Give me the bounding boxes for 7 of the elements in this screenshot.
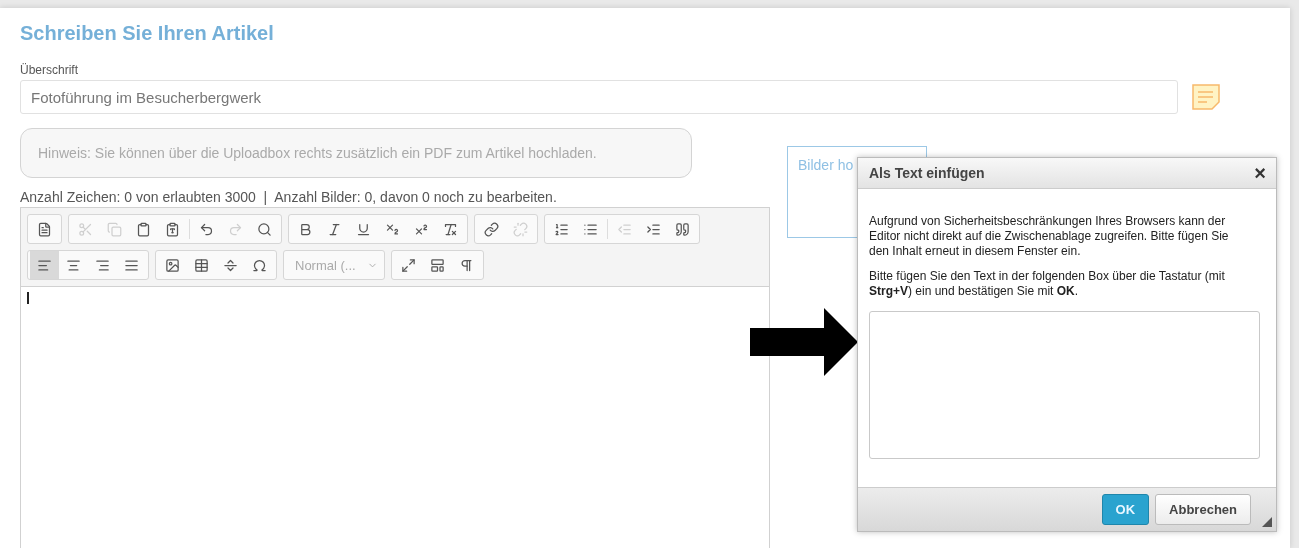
dialog-text: Bitte fügen Sie den Text in der folgenden Box über die Tastatur (mit Strg+V) ein und bestätigen Sie mit OK. [869, 269, 1226, 299]
field-label: Überschrift [20, 63, 79, 77]
hint-text: Hinweis: Sie können über die Uploadbox rechts zusätzlich ein PDF zum Artikel hochladen. [20, 128, 692, 178]
page-title: Schreiben Sie Ihren Artikel [20, 22, 275, 45]
dialog-title: Als Text einfügen [869, 165, 985, 181]
counter-text: Anzahl Zeichen: 0 von erlaubten 3000 | Anzahl Bilder: 0, davon 0 noch zu bearbeiten. [20, 189, 558, 205]
dialog-text: Aufgrund von Sicherheitsbeschränkungen Ihres Browsers kann der Editor nicht direkt auf die Zwischenablage zugreifen. Bitte fügen Sie den Inhalt erneut in diesem Fenster ein. [869, 214, 1230, 259]
